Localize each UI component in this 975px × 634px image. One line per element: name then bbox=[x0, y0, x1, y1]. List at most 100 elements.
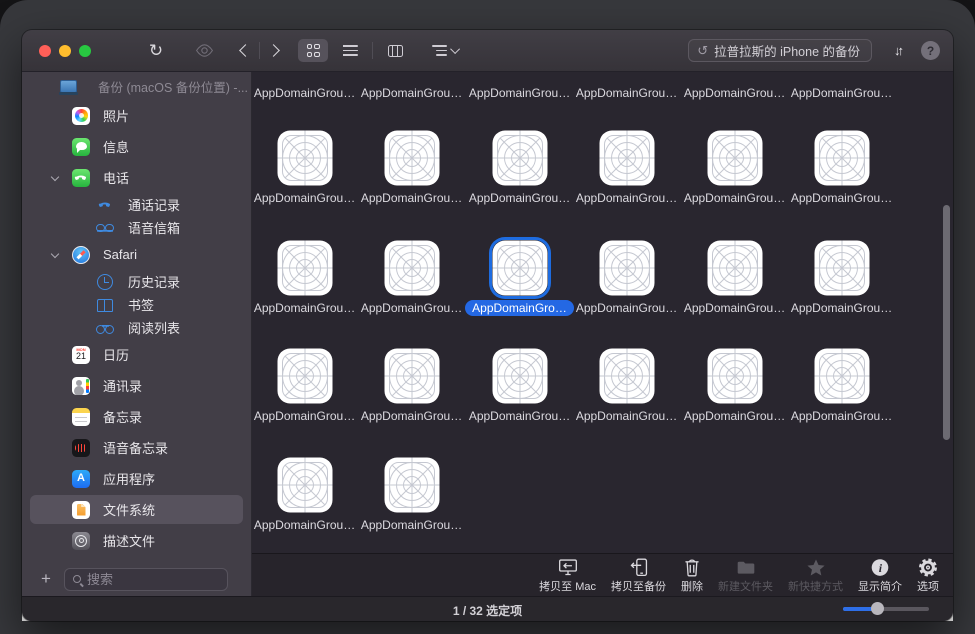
action-button-label: 新快捷方式 bbox=[788, 578, 843, 594]
profiles-icon bbox=[72, 532, 90, 550]
grid-item[interactable]: AppDomainGrou… bbox=[681, 240, 788, 319]
app-placeholder-icon bbox=[384, 240, 440, 296]
sidebar-item[interactable]: 历史记录 bbox=[22, 270, 251, 293]
calendar-icon bbox=[72, 346, 90, 364]
vertical-scrollbar[interactable] bbox=[943, 205, 950, 440]
action-button-icon bbox=[735, 557, 757, 578]
sidebar-item[interactable]: 描述文件 bbox=[22, 525, 251, 556]
add-button[interactable]: + bbox=[36, 569, 56, 589]
grid-item[interactable]: AppDomainGrou… bbox=[681, 130, 788, 209]
sidebar-item[interactable]: 语音信箱 bbox=[22, 216, 251, 239]
action-button[interactable]: 新快捷方式 bbox=[788, 557, 843, 594]
grid-item[interactable]: AppDomainGrou… bbox=[252, 457, 358, 536]
sidebar-item[interactable]: Safari bbox=[22, 239, 251, 270]
grid-item-label: AppDomainGrou… bbox=[784, 300, 899, 316]
sidebar-item[interactable]: 语音备忘录 bbox=[22, 432, 251, 463]
action-button[interactable]: 删除 bbox=[681, 557, 703, 594]
grid-item[interactable]: AppDomainGrou… bbox=[358, 348, 465, 427]
app-placeholder-icon bbox=[599, 348, 655, 404]
action-button-icon bbox=[681, 557, 703, 578]
minimize-button[interactable] bbox=[59, 45, 71, 57]
sidebar-item[interactable]: 日历 bbox=[22, 339, 251, 370]
grid-item[interactable]: AppDomainGrou… bbox=[466, 72, 573, 104]
forward-button[interactable] bbox=[267, 44, 280, 57]
action-button[interactable]: 显示简介 bbox=[858, 557, 902, 594]
grid-item[interactable]: AppDomainGro… bbox=[466, 240, 573, 319]
search-field[interactable] bbox=[64, 568, 228, 591]
grid-item[interactable]: AppDomainGrou… bbox=[466, 130, 573, 209]
action-button[interactable]: 新建文件夹 bbox=[718, 557, 773, 594]
sidebar-list: 备份 (macOS 备份位置) -... 照片 信息 bbox=[22, 72, 251, 562]
app-window: ↻ bbox=[22, 30, 953, 621]
grid-item-label: AppDomainGrou… bbox=[462, 85, 577, 101]
slider-fill bbox=[843, 607, 874, 611]
grid-item[interactable]: AppDomainGrou… bbox=[252, 72, 358, 104]
grid-item[interactable]: AppDomainGrou… bbox=[573, 130, 680, 209]
grid-item[interactable]: AppDomainGrou… bbox=[358, 240, 465, 319]
sidebar-item[interactable]: 通话记录 bbox=[22, 193, 251, 216]
grid-item[interactable]: AppDomainGrou… bbox=[788, 348, 895, 427]
messages-icon bbox=[72, 138, 90, 156]
help-button[interactable]: ? bbox=[921, 41, 940, 60]
backup-selector[interactable]: ↺ 拉普拉斯的 iPhone 的备份 bbox=[688, 39, 872, 62]
search-input[interactable] bbox=[87, 572, 219, 587]
sidebar-item[interactable]: 照片 bbox=[22, 100, 251, 131]
nav-separator bbox=[259, 42, 260, 59]
action-button[interactable]: 选项 bbox=[917, 557, 939, 594]
grid-item[interactable]: AppDomainGrou… bbox=[358, 457, 465, 536]
action-button[interactable]: 拷贝至备份 bbox=[611, 557, 666, 594]
grid-item[interactable]: AppDomainGrou… bbox=[358, 130, 465, 209]
view-grid-button[interactable] bbox=[298, 39, 328, 62]
grid-item[interactable]: AppDomainGrou… bbox=[681, 72, 788, 104]
grid-item[interactable]: AppDomainGrou… bbox=[573, 72, 680, 104]
grid-item[interactable]: AppDomainGrou… bbox=[788, 240, 895, 319]
grid-item-label: AppDomainGro… bbox=[465, 300, 574, 316]
refresh-button[interactable]: ↻ bbox=[143, 38, 169, 64]
group-by-button[interactable] bbox=[432, 45, 460, 56]
sidebar-item[interactable]: 备忘录 bbox=[22, 401, 251, 432]
view-list-button[interactable] bbox=[335, 39, 365, 62]
grid-item[interactable]: AppDomainGrou… bbox=[681, 348, 788, 427]
grid-item[interactable]: AppDomainGrou… bbox=[252, 240, 358, 319]
sidebar-item[interactable]: 应用程序 bbox=[22, 463, 251, 494]
app-placeholder-icon bbox=[707, 348, 763, 404]
grid-item[interactable]: AppDomainGrou… bbox=[466, 348, 573, 427]
sidebar-item[interactable]: 书签 bbox=[22, 293, 251, 316]
bookmarks-icon bbox=[97, 299, 113, 312]
app-placeholder-icon bbox=[814, 240, 870, 296]
thumbnail-size-slider[interactable] bbox=[843, 607, 929, 611]
expand-chevron-icon[interactable] bbox=[51, 250, 59, 258]
back-button[interactable] bbox=[239, 44, 252, 57]
grid-item[interactable]: AppDomainGrou… bbox=[573, 348, 680, 427]
appstore-icon bbox=[72, 470, 90, 488]
grid-item[interactable]: AppDomainGrou… bbox=[252, 348, 358, 427]
view-columns-button[interactable] bbox=[380, 39, 410, 62]
sidebar-item[interactable]: 备份 (macOS 备份位置) -... bbox=[22, 72, 251, 100]
sort-button[interactable]: ↓↑ bbox=[894, 43, 901, 58]
action-button-icon bbox=[557, 557, 579, 578]
app-placeholder-icon bbox=[599, 130, 655, 186]
action-button-icon bbox=[869, 557, 891, 578]
expand-chevron-icon[interactable] bbox=[51, 173, 59, 181]
action-button-label: 删除 bbox=[681, 578, 703, 594]
close-button[interactable] bbox=[39, 45, 51, 57]
file-grid: AppDomainGrou… AppDomainGrou… AppDomainG… bbox=[252, 72, 953, 553]
grid-item[interactable]: AppDomainGrou… bbox=[358, 72, 465, 104]
zoom-button[interactable] bbox=[79, 45, 91, 57]
sidebar-item[interactable]: 通讯录 bbox=[22, 370, 251, 401]
desktop-background: ↻ bbox=[0, 0, 975, 634]
grid-item-label: AppDomainGrou… bbox=[569, 85, 684, 101]
grid-item[interactable]: AppDomainGrou… bbox=[252, 130, 358, 209]
grid-item[interactable]: AppDomainGrou… bbox=[788, 72, 895, 104]
sidebar-item[interactable]: 阅读列表 bbox=[22, 316, 251, 339]
action-button[interactable]: 拷贝至 Mac bbox=[539, 557, 596, 594]
sidebar-item[interactable]: 信息 bbox=[22, 131, 251, 162]
grid-item[interactable]: AppDomainGrou… bbox=[788, 130, 895, 209]
quicklook-eye-button[interactable] bbox=[191, 38, 217, 64]
grid-item[interactable]: AppDomainGrou… bbox=[573, 240, 680, 319]
call-log-icon bbox=[96, 196, 114, 214]
reading-list-icon bbox=[96, 319, 114, 337]
action-button-icon bbox=[805, 557, 827, 578]
sidebar-item[interactable]: 电话 bbox=[22, 162, 251, 193]
sidebar-item[interactable]: 文件系统 bbox=[22, 494, 251, 525]
